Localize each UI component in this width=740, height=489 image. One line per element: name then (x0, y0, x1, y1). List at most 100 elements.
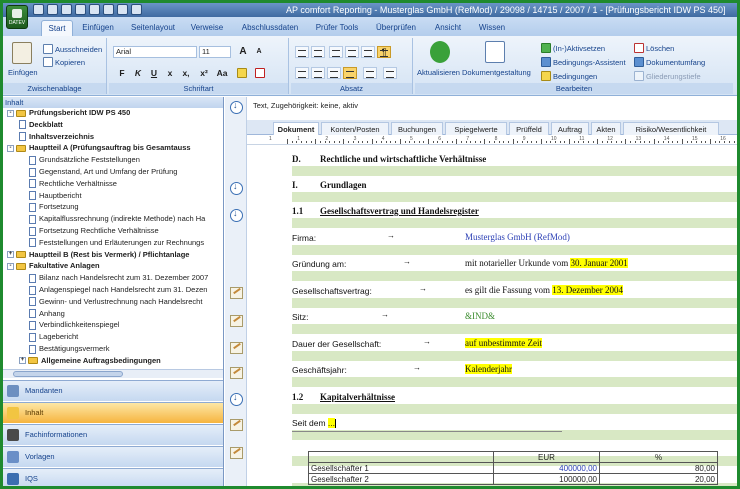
refresh-icon[interactable] (103, 4, 114, 15)
redo-icon[interactable] (61, 4, 72, 15)
nav-vorlagen[interactable]: Vorlagen (3, 446, 223, 467)
tree-node[interactable]: - Hauptteil A (Prüfungsauftrag bis Gesamt… (7, 143, 191, 153)
align-right-button[interactable] (327, 67, 341, 79)
activate-button[interactable]: (In-)Aktivsetzen (541, 43, 605, 53)
tab-wissen[interactable]: Wissen (475, 20, 509, 36)
doc-scope-button[interactable]: Dokumentumfang (634, 57, 705, 67)
edit-marker-icon[interactable] (230, 342, 243, 354)
decrease-indent-button[interactable] (329, 46, 343, 58)
info-marker-icon[interactable] (230, 208, 243, 222)
tab-abschlussdaten[interactable]: Abschlussdaten (239, 20, 301, 36)
conditions-button[interactable]: Bedingungen (541, 71, 597, 81)
expand-toggle-icon[interactable]: + (19, 357, 26, 365)
expand-toggle-icon[interactable]: - (7, 144, 14, 152)
table-cell[interactable]: Gesellschafter 2 (308, 473, 494, 485)
tree-node[interactable]: - Prüfungsbericht IDW PS 450 (7, 108, 130, 118)
superscript-button[interactable]: x² (197, 66, 211, 80)
design-big-icon[interactable] (485, 41, 505, 63)
tab-einfuegen[interactable]: Einfügen (75, 20, 121, 36)
company-name-field[interactable]: Musterglas GmbH (RefMod) (465, 232, 570, 242)
font-size-combo[interactable]: 11 (199, 46, 231, 58)
tab-seitenlayout[interactable]: Seitenlayout (127, 20, 179, 36)
paste-icon[interactable] (12, 42, 32, 64)
shrink-font-button[interactable]: A (252, 45, 266, 59)
app-menu-button[interactable]: DATEV (6, 5, 28, 29)
table-row[interactable]: Gesellschafter 1 400000,00 80,00 (308, 462, 718, 474)
edit-marker-icon[interactable] (230, 287, 243, 299)
nav-inhalt[interactable]: Inhalt (3, 402, 223, 423)
tree-node[interactable]: Deckblatt (19, 120, 63, 130)
tree-node[interactable]: Gegenstand, Art und Umfang der Prüfung (29, 167, 177, 177)
info-marker-icon[interactable] (230, 100, 243, 114)
document-page[interactable]: D. Rechtliche und wirtschaftliche Verhäl… (247, 146, 737, 486)
tree-node[interactable]: - Fakultative Anlagen (7, 261, 100, 271)
tree-node[interactable]: Kapitalflussrechnung (indirekte Methode)… (29, 214, 205, 224)
increase-indent-button[interactable] (345, 46, 359, 58)
grow-font-button[interactable]: A (236, 45, 250, 59)
tab-verweise[interactable]: Verweise (187, 20, 227, 36)
table-cell[interactable]: 100000,00 (493, 473, 600, 485)
undo-icon[interactable] (47, 4, 58, 15)
delete-button[interactable]: Löschen (634, 43, 674, 53)
table-cell[interactable]: 80,00 (599, 462, 718, 474)
highlight-icon[interactable] (237, 68, 247, 78)
show-marks-button[interactable]: ¶ (377, 46, 391, 58)
duration-field[interactable]: auf unbestimmte Zeit (465, 338, 542, 348)
sort-button[interactable] (361, 46, 375, 58)
numbering-button[interactable] (311, 46, 325, 58)
tree-node[interactable]: + Allgemeine Auftragsbedingungen (19, 356, 161, 366)
tab-ueberpruefen[interactable]: Überprüfen (373, 20, 419, 36)
expand-toggle-icon[interactable]: - (7, 262, 14, 270)
tab-pruefer-tools[interactable]: Prüfer Tools (311, 20, 363, 36)
borders-button[interactable] (383, 67, 397, 79)
tree-node[interactable]: Fortsetzung (29, 202, 79, 212)
condition-assistant-button[interactable]: Bedingungs-Assistent (541, 57, 626, 67)
scrollbar-thumb[interactable] (13, 371, 123, 377)
cut-button[interactable]: Ausschneiden (43, 44, 102, 54)
refresh-big-icon[interactable] (430, 41, 450, 63)
expand-toggle-icon[interactable]: + (7, 251, 14, 259)
seat-field[interactable]: &IND& (465, 311, 495, 321)
tree-node[interactable]: + Hauptteil B (Rest bis Vermerk) / Pflich… (7, 250, 189, 260)
tree-node[interactable]: Inhaltsverzeichnis (19, 132, 94, 142)
edit-marker-icon[interactable] (230, 419, 243, 431)
doc-tab-prueffeld[interactable]: Prüffeld (509, 122, 549, 135)
list-icon[interactable] (117, 4, 128, 15)
align-left-button[interactable] (295, 67, 309, 79)
fiscal-year-field[interactable]: Kalenderjahr (465, 364, 512, 374)
doc-tab-akten[interactable]: Akten (591, 122, 621, 135)
doc-tab-risiko[interactable]: Risiko/Wesentlichkeit (623, 122, 719, 135)
paste-button[interactable]: Einfügen (8, 68, 38, 77)
subscript-button[interactable]: x, (179, 66, 193, 80)
founding-date-field[interactable]: 30. Januar 2001 (570, 258, 628, 268)
design-button[interactable]: Dokumentgestaltung (462, 68, 531, 77)
doc-tab-buchungen[interactable]: Buchungen (391, 122, 443, 135)
tab-start[interactable]: Start (41, 20, 73, 36)
contract-date-field[interactable]: 13. Dezember 2004 (552, 285, 623, 295)
tab-ansicht[interactable]: Ansicht (431, 20, 465, 36)
copy-button[interactable]: Kopieren (43, 57, 85, 67)
tree-node[interactable]: Anlagenspiegel nach Handelsrecht zum 31.… (29, 285, 207, 295)
expand-toggle-icon[interactable]: - (7, 109, 14, 117)
tree-node[interactable]: Rechtliche Verhältnisse (29, 179, 117, 189)
line-spacing-button[interactable] (363, 67, 377, 79)
tree-node[interactable]: Anhang (29, 309, 65, 319)
preview-icon[interactable] (89, 4, 100, 15)
save-icon[interactable] (33, 4, 44, 15)
edit-marker-icon[interactable] (230, 447, 243, 459)
horizontal-ruler[interactable]: 1 1 2 3 4 5 6 7 8 9 10 11 12 13 14 15 16 (247, 136, 737, 145)
print-icon[interactable] (75, 4, 86, 15)
font-name-combo[interactable]: Arial (113, 46, 197, 58)
info-marker-icon[interactable] (230, 392, 243, 406)
tree-node[interactable]: Bestätigungsvermerk (29, 344, 109, 354)
tree-node[interactable]: Feststellungen und Erläuterungen zur Rec… (29, 238, 204, 248)
tree-node[interactable]: Grundsätzliche Feststellungen (29, 155, 140, 165)
tree-node[interactable]: Hauptbericht (29, 191, 82, 201)
tree-node[interactable]: Lagebericht (29, 332, 78, 342)
tree-node[interactable]: Bilanz nach Handelsrecht zum 31. Dezembe… (29, 273, 208, 283)
tree-node[interactable]: Gewinn- und Verlustrechnung nach Handels… (29, 297, 202, 307)
table-cell[interactable]: 400000,00 (493, 462, 600, 474)
justify-button[interactable] (343, 67, 357, 79)
since-date-field[interactable]: ... (327, 418, 336, 428)
underline-button[interactable]: U (147, 66, 161, 80)
